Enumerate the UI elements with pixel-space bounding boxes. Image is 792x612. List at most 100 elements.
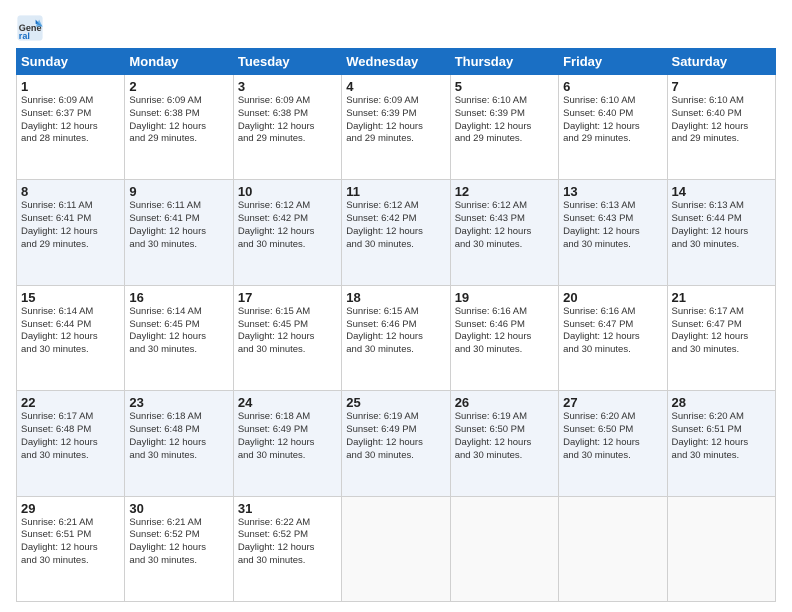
day-number: 17	[238, 290, 337, 305]
day-info: Sunrise: 6:10 AMSunset: 6:40 PMDaylight:…	[672, 95, 771, 146]
day-number: 9	[129, 184, 228, 199]
calendar-day-cell	[667, 496, 775, 601]
day-number: 27	[563, 395, 662, 410]
calendar-day-cell: 31Sunrise: 6:22 AMSunset: 6:52 PMDayligh…	[233, 496, 341, 601]
day-info: Sunrise: 6:16 AMSunset: 6:47 PMDaylight:…	[563, 306, 662, 357]
calendar-day-cell: 23Sunrise: 6:18 AMSunset: 6:48 PMDayligh…	[125, 391, 233, 496]
calendar-table: SundayMondayTuesdayWednesdayThursdayFrid…	[16, 48, 776, 602]
weekday-header: Thursday	[450, 49, 558, 75]
day-info: Sunrise: 6:17 AMSunset: 6:48 PMDaylight:…	[21, 411, 120, 462]
calendar-week-row: 29Sunrise: 6:21 AMSunset: 6:51 PMDayligh…	[17, 496, 776, 601]
calendar-week-row: 22Sunrise: 6:17 AMSunset: 6:48 PMDayligh…	[17, 391, 776, 496]
day-info: Sunrise: 6:14 AMSunset: 6:45 PMDaylight:…	[129, 306, 228, 357]
day-number: 24	[238, 395, 337, 410]
calendar-day-cell: 25Sunrise: 6:19 AMSunset: 6:49 PMDayligh…	[342, 391, 450, 496]
day-number: 6	[563, 79, 662, 94]
day-info: Sunrise: 6:15 AMSunset: 6:46 PMDaylight:…	[346, 306, 445, 357]
day-info: Sunrise: 6:22 AMSunset: 6:52 PMDaylight:…	[238, 517, 337, 568]
day-number: 7	[672, 79, 771, 94]
calendar-day-cell: 29Sunrise: 6:21 AMSunset: 6:51 PMDayligh…	[17, 496, 125, 601]
calendar-day-cell: 18Sunrise: 6:15 AMSunset: 6:46 PMDayligh…	[342, 285, 450, 390]
day-number: 20	[563, 290, 662, 305]
calendar-day-cell: 6Sunrise: 6:10 AMSunset: 6:40 PMDaylight…	[559, 75, 667, 180]
day-number: 8	[21, 184, 120, 199]
day-info: Sunrise: 6:18 AMSunset: 6:48 PMDaylight:…	[129, 411, 228, 462]
calendar-week-row: 8Sunrise: 6:11 AMSunset: 6:41 PMDaylight…	[17, 180, 776, 285]
day-info: Sunrise: 6:16 AMSunset: 6:46 PMDaylight:…	[455, 306, 554, 357]
calendar-day-cell: 30Sunrise: 6:21 AMSunset: 6:52 PMDayligh…	[125, 496, 233, 601]
calendar-day-cell: 10Sunrise: 6:12 AMSunset: 6:42 PMDayligh…	[233, 180, 341, 285]
calendar-day-cell: 14Sunrise: 6:13 AMSunset: 6:44 PMDayligh…	[667, 180, 775, 285]
calendar-day-cell: 3Sunrise: 6:09 AMSunset: 6:38 PMDaylight…	[233, 75, 341, 180]
day-info: Sunrise: 6:15 AMSunset: 6:45 PMDaylight:…	[238, 306, 337, 357]
day-number: 29	[21, 501, 120, 516]
day-number: 16	[129, 290, 228, 305]
weekday-header: Sunday	[17, 49, 125, 75]
calendar-day-cell	[342, 496, 450, 601]
calendar-day-cell: 7Sunrise: 6:10 AMSunset: 6:40 PMDaylight…	[667, 75, 775, 180]
day-number: 14	[672, 184, 771, 199]
day-info: Sunrise: 6:09 AMSunset: 6:39 PMDaylight:…	[346, 95, 445, 146]
calendar-day-cell: 22Sunrise: 6:17 AMSunset: 6:48 PMDayligh…	[17, 391, 125, 496]
day-info: Sunrise: 6:09 AMSunset: 6:38 PMDaylight:…	[238, 95, 337, 146]
page: Gene ral SundayMondayTuesdayWednesdayThu…	[0, 0, 792, 612]
calendar-day-cell: 21Sunrise: 6:17 AMSunset: 6:47 PMDayligh…	[667, 285, 775, 390]
calendar-day-cell: 20Sunrise: 6:16 AMSunset: 6:47 PMDayligh…	[559, 285, 667, 390]
day-number: 28	[672, 395, 771, 410]
calendar-day-cell: 28Sunrise: 6:20 AMSunset: 6:51 PMDayligh…	[667, 391, 775, 496]
weekday-header: Wednesday	[342, 49, 450, 75]
weekday-header: Friday	[559, 49, 667, 75]
day-number: 25	[346, 395, 445, 410]
calendar-week-row: 15Sunrise: 6:14 AMSunset: 6:44 PMDayligh…	[17, 285, 776, 390]
day-number: 2	[129, 79, 228, 94]
calendar-day-cell: 5Sunrise: 6:10 AMSunset: 6:39 PMDaylight…	[450, 75, 558, 180]
calendar-day-cell: 11Sunrise: 6:12 AMSunset: 6:42 PMDayligh…	[342, 180, 450, 285]
day-info: Sunrise: 6:12 AMSunset: 6:42 PMDaylight:…	[238, 200, 337, 251]
calendar-day-cell: 17Sunrise: 6:15 AMSunset: 6:45 PMDayligh…	[233, 285, 341, 390]
calendar-day-cell: 2Sunrise: 6:09 AMSunset: 6:38 PMDaylight…	[125, 75, 233, 180]
calendar-day-cell: 1Sunrise: 6:09 AMSunset: 6:37 PMDaylight…	[17, 75, 125, 180]
day-number: 26	[455, 395, 554, 410]
day-info: Sunrise: 6:20 AMSunset: 6:51 PMDaylight:…	[672, 411, 771, 462]
day-number: 19	[455, 290, 554, 305]
calendar-header-row: SundayMondayTuesdayWednesdayThursdayFrid…	[17, 49, 776, 75]
day-number: 22	[21, 395, 120, 410]
day-number: 11	[346, 184, 445, 199]
day-info: Sunrise: 6:21 AMSunset: 6:52 PMDaylight:…	[129, 517, 228, 568]
header: Gene ral	[16, 14, 776, 42]
day-number: 4	[346, 79, 445, 94]
logo: Gene ral	[16, 14, 46, 42]
calendar-day-cell: 12Sunrise: 6:12 AMSunset: 6:43 PMDayligh…	[450, 180, 558, 285]
day-info: Sunrise: 6:19 AMSunset: 6:49 PMDaylight:…	[346, 411, 445, 462]
day-info: Sunrise: 6:14 AMSunset: 6:44 PMDaylight:…	[21, 306, 120, 357]
calendar-day-cell: 24Sunrise: 6:18 AMSunset: 6:49 PMDayligh…	[233, 391, 341, 496]
day-info: Sunrise: 6:13 AMSunset: 6:44 PMDaylight:…	[672, 200, 771, 251]
day-info: Sunrise: 6:12 AMSunset: 6:43 PMDaylight:…	[455, 200, 554, 251]
day-number: 15	[21, 290, 120, 305]
calendar-day-cell	[559, 496, 667, 601]
day-number: 1	[21, 79, 120, 94]
calendar-day-cell: 4Sunrise: 6:09 AMSunset: 6:39 PMDaylight…	[342, 75, 450, 180]
weekday-header: Saturday	[667, 49, 775, 75]
day-number: 10	[238, 184, 337, 199]
svg-text:ral: ral	[19, 31, 30, 41]
day-info: Sunrise: 6:09 AMSunset: 6:38 PMDaylight:…	[129, 95, 228, 146]
day-number: 18	[346, 290, 445, 305]
day-number: 23	[129, 395, 228, 410]
weekday-header: Monday	[125, 49, 233, 75]
logo-icon: Gene ral	[16, 14, 44, 42]
calendar-day-cell: 13Sunrise: 6:13 AMSunset: 6:43 PMDayligh…	[559, 180, 667, 285]
day-info: Sunrise: 6:18 AMSunset: 6:49 PMDaylight:…	[238, 411, 337, 462]
day-info: Sunrise: 6:12 AMSunset: 6:42 PMDaylight:…	[346, 200, 445, 251]
day-number: 30	[129, 501, 228, 516]
day-number: 13	[563, 184, 662, 199]
calendar-day-cell: 15Sunrise: 6:14 AMSunset: 6:44 PMDayligh…	[17, 285, 125, 390]
day-info: Sunrise: 6:13 AMSunset: 6:43 PMDaylight:…	[563, 200, 662, 251]
day-info: Sunrise: 6:09 AMSunset: 6:37 PMDaylight:…	[21, 95, 120, 146]
calendar-day-cell: 8Sunrise: 6:11 AMSunset: 6:41 PMDaylight…	[17, 180, 125, 285]
day-number: 21	[672, 290, 771, 305]
day-info: Sunrise: 6:11 AMSunset: 6:41 PMDaylight:…	[21, 200, 120, 251]
day-info: Sunrise: 6:20 AMSunset: 6:50 PMDaylight:…	[563, 411, 662, 462]
day-number: 3	[238, 79, 337, 94]
calendar-day-cell: 9Sunrise: 6:11 AMSunset: 6:41 PMDaylight…	[125, 180, 233, 285]
